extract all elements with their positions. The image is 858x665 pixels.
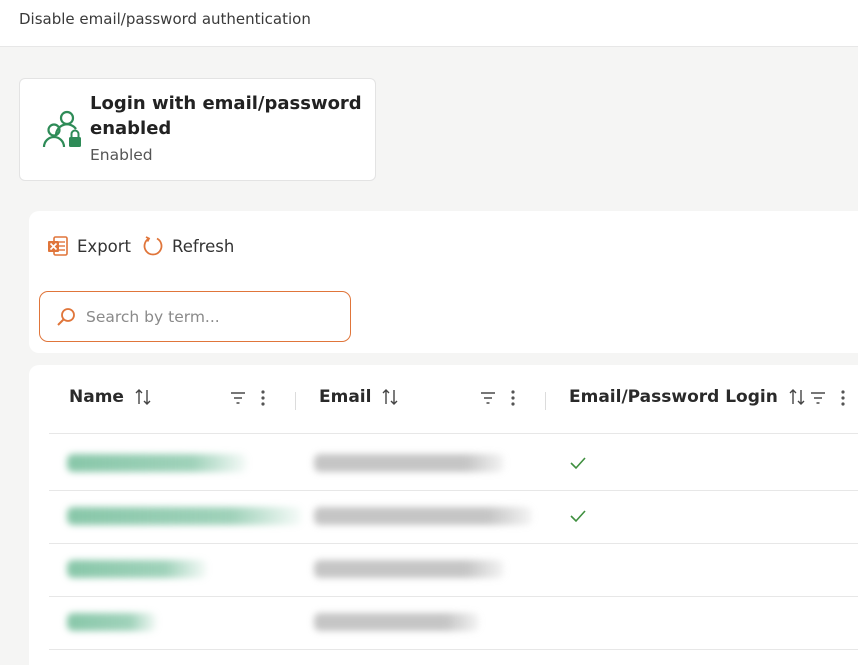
- column-menu-icon[interactable]: [841, 390, 845, 406]
- users-table: Name Email Email/Password Login: [29, 365, 858, 665]
- refresh-label: Refresh: [172, 236, 235, 256]
- column-header-email-password-login[interactable]: Email/Password Login: [569, 387, 806, 407]
- sort-icon[interactable]: [134, 387, 152, 407]
- export-label: Export: [77, 236, 132, 256]
- redacted-email: [314, 454, 504, 472]
- excel-icon: [48, 236, 68, 256]
- column-header-name[interactable]: Name: [69, 387, 152, 407]
- table-row[interactable]: [49, 597, 858, 650]
- table-row[interactable]: [49, 544, 858, 597]
- search-field[interactable]: [39, 291, 351, 342]
- users-lock-icon: [42, 110, 81, 148]
- page-title: Disable email/password authentication: [19, 10, 311, 28]
- top-bar: Disable email/password authentication: [0, 0, 858, 47]
- redacted-name[interactable]: [67, 507, 302, 525]
- table-row[interactable]: [49, 491, 858, 544]
- auth-status-card: Login with email/password enabled Enable…: [19, 78, 376, 181]
- filter-icon[interactable]: [479, 391, 497, 405]
- redacted-name[interactable]: [67, 454, 247, 472]
- column-divider[interactable]: [295, 392, 296, 410]
- sort-icon[interactable]: [381, 387, 399, 407]
- refresh-icon: [143, 236, 163, 256]
- toolbar-panel: Export Refresh: [29, 211, 858, 353]
- sort-icon[interactable]: [788, 387, 806, 407]
- check-icon: [570, 510, 586, 523]
- column-label-email-password-login: Email/Password Login: [569, 387, 778, 407]
- redacted-name[interactable]: [67, 560, 207, 578]
- column-label-name: Name: [69, 387, 124, 407]
- table-header: Name Email Email/Password Login: [49, 365, 858, 434]
- redacted-email: [314, 507, 532, 525]
- column-menu-icon[interactable]: [261, 390, 265, 406]
- filter-icon[interactable]: [809, 391, 827, 405]
- column-menu-icon[interactable]: [511, 390, 515, 406]
- column-divider[interactable]: [545, 392, 546, 410]
- filter-icon[interactable]: [229, 391, 247, 405]
- table-row[interactable]: [49, 438, 858, 491]
- redacted-email: [314, 560, 504, 578]
- check-icon: [570, 457, 586, 470]
- card-status: Enabled: [90, 146, 153, 164]
- search-input[interactable]: [84, 306, 338, 327]
- column-header-email[interactable]: Email: [319, 387, 399, 407]
- redacted-email: [314, 613, 479, 631]
- search-icon: [57, 307, 75, 326]
- card-heading: Login with email/password enabled: [90, 93, 362, 139]
- redacted-name[interactable]: [67, 613, 157, 631]
- export-button[interactable]: Export: [47, 235, 131, 257]
- column-label-email: Email: [319, 387, 372, 407]
- refresh-button[interactable]: Refresh: [142, 235, 234, 257]
